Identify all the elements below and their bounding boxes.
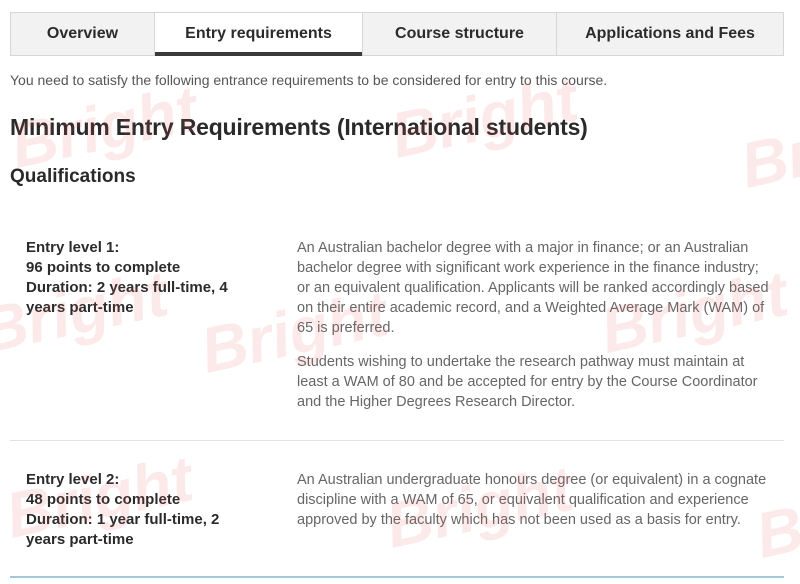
duration-text-cont: years part-time (26, 299, 134, 316)
duration-text: Duration: 1 year full-time, 2 (26, 511, 220, 528)
tab-course-structure[interactable]: Course structure (363, 13, 557, 55)
entry-level-label: Entry level 2: (26, 471, 120, 488)
entry-level-1-description: An Australian bachelor degree with a maj… (297, 238, 775, 412)
entry-level-2-summary: Entry level 2: 48 points to complete Dur… (26, 470, 266, 550)
page-heading: Minimum Entry Requirements (Internationa… (10, 114, 588, 140)
tab-entry-requirements[interactable]: Entry requirements (155, 13, 363, 56)
watermark-logo: Bright (734, 92, 800, 202)
entry-requirements-page: Overview Entry requirements Course struc… (0, 0, 800, 584)
tab-applications-and-fees[interactable]: Applications and Fees (557, 13, 783, 55)
duration-text: Duration: 2 years full-time, 4 (26, 279, 228, 296)
qualifications-heading: Qualifications (10, 166, 136, 187)
entry-level-1-summary: Entry level 1: 96 points to complete Dur… (26, 238, 266, 318)
points-to-complete: 96 points to complete (26, 259, 181, 276)
entry-level-label: Entry level 1: (26, 239, 120, 256)
description-paragraph: Students wishing to undertake the resear… (297, 354, 758, 410)
description-paragraph: An Australian bachelor degree with a maj… (297, 240, 769, 336)
description-paragraph: An Australian undergraduate honours degr… (297, 472, 767, 528)
entry-level-2-description: An Australian undergraduate honours degr… (297, 470, 775, 530)
tab-bar: Overview Entry requirements Course struc… (10, 12, 784, 56)
bottom-rule (10, 576, 784, 578)
intro-text: You need to satisfy the following entran… (10, 72, 608, 88)
duration-text-cont: years part-time (26, 531, 134, 548)
tab-overview[interactable]: Overview (11, 13, 155, 55)
row-divider (10, 440, 784, 441)
points-to-complete: 48 points to complete (26, 491, 181, 508)
